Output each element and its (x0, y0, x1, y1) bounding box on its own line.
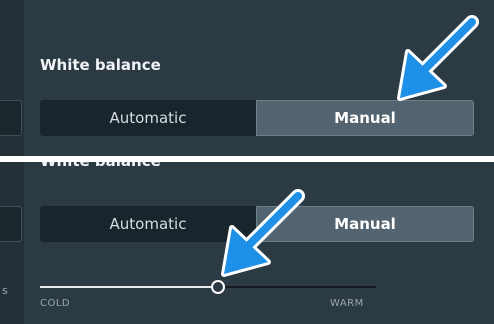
pointer-arrow-icon (221, 189, 305, 277)
white-balance-title: White balance (40, 56, 161, 74)
left-side-strip: s (0, 162, 24, 324)
slider-max-label: WARM (330, 298, 364, 309)
slider-min-label: COLD (40, 298, 71, 309)
side-field[interactable] (0, 206, 22, 242)
step1-panel: White balance Automatic Manual (0, 0, 494, 156)
left-side-strip (0, 0, 24, 156)
side-field[interactable] (0, 100, 22, 136)
side-label: s (2, 284, 8, 297)
step2-panel: s White balance Automatic Manual COLD WA… (0, 162, 494, 324)
white-balance-slider[interactable] (40, 280, 376, 294)
pointer-arrow-icon (397, 15, 479, 101)
slider-fill (40, 286, 218, 288)
slider-thumb[interactable] (211, 280, 225, 294)
white-balance-title: White balance (40, 162, 161, 172)
automatic-button[interactable]: Automatic (40, 100, 256, 136)
